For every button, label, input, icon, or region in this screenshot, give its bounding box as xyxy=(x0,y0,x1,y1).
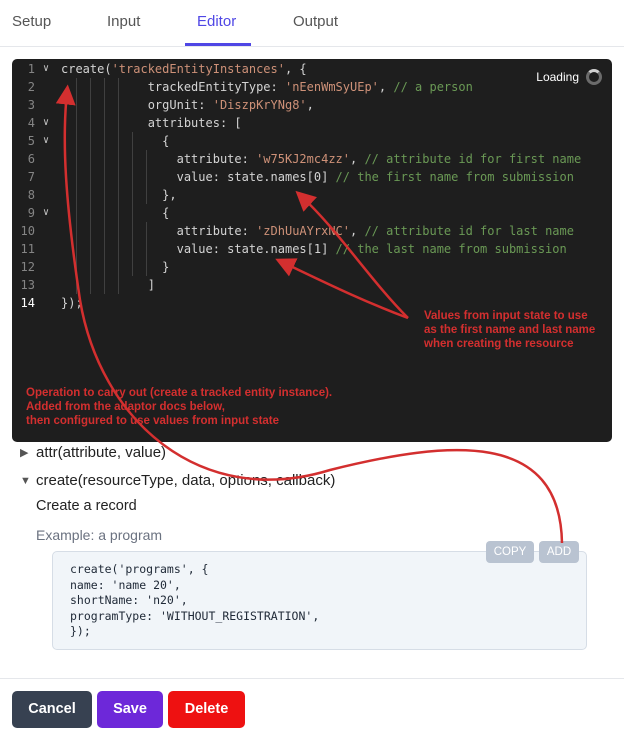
line-number: 10 xyxy=(20,224,35,238)
code-text: value: state.names[1] // the last name f… xyxy=(61,242,567,256)
code-line[interactable]: 4 ∨ attributes: [ xyxy=(12,114,612,132)
save-button[interactable]: Save xyxy=(97,691,163,728)
indent-guide xyxy=(104,78,105,294)
code-line[interactable]: 3 orgUnit: 'DiszpKrYNg8', xyxy=(12,96,612,114)
line-number: 14 xyxy=(20,296,35,310)
doc-description: Create a record xyxy=(36,498,137,514)
code-line[interactable]: 6 attribute: 'w75KJ2mc4zz', // attribute… xyxy=(12,150,612,168)
tab-editor[interactable]: Editor xyxy=(197,13,236,30)
code-text: orgUnit: 'DiszpKrYNg8', xyxy=(61,98,314,112)
line-number: 12 xyxy=(20,260,35,274)
line-number: 7 xyxy=(27,170,35,184)
line-number: 13 xyxy=(20,278,35,292)
indent-guide xyxy=(76,78,77,294)
tab-bar: Setup Input Editor Output xyxy=(0,0,624,47)
code-editor[interactable]: 1 ∨ create('trackedEntityInstances', { 2 tr… xyxy=(12,59,612,442)
code-text: }); xyxy=(61,296,83,310)
code-line[interactable]: 12 } xyxy=(12,258,612,276)
line-number: 1 xyxy=(27,62,35,76)
code-line[interactable]: 8 }, xyxy=(12,186,612,204)
tab-input[interactable]: Input xyxy=(107,13,140,30)
doc-signature-create: create(resourceType, data, options, call… xyxy=(36,472,336,489)
code-line[interactable]: 2 trackedEntityType: 'nEenWmSyUEp', // a… xyxy=(12,78,612,96)
spinner-icon xyxy=(586,69,602,85)
code-line[interactable]: 5 ∨ { xyxy=(12,132,612,150)
line-number: 4 xyxy=(27,116,35,130)
code-text: value: state.names[0] // the first name … xyxy=(61,170,574,184)
code-text: attribute: 'w75KJ2mc4zz', // attribute i… xyxy=(61,152,582,166)
example-label: Example: a program xyxy=(36,527,163,543)
line-number: 2 xyxy=(27,80,35,94)
line-number: 6 xyxy=(27,152,35,166)
line-number: 11 xyxy=(20,242,35,256)
caret-right-icon: ▶ xyxy=(20,447,29,459)
annotation-line: Operation to carry out (create a tracked… xyxy=(26,387,333,399)
code-text: create('trackedEntityInstances', { xyxy=(61,62,307,76)
code-line[interactable]: 11 value: state.names[1] // the last nam… xyxy=(12,240,612,258)
code-line[interactable]: 9 ∨ { xyxy=(12,204,612,222)
indent-guide xyxy=(118,78,119,294)
code-line[interactable]: 10 attribute: 'zDhUuAYrxNC', // attribut… xyxy=(12,222,612,240)
loading-indicator: Loading xyxy=(536,69,602,85)
fold-chevron-icon[interactable]: ∨ xyxy=(43,132,49,150)
code-text: { xyxy=(61,134,170,148)
doc-signature-attr: attr(attribute, value) xyxy=(36,444,167,461)
code-line[interactable]: 7 value: state.names[0] // the first nam… xyxy=(12,168,612,186)
code-text: attribute: 'zDhUuAYrxNC', // attribute i… xyxy=(61,224,574,238)
annotation-line: when creating the resource xyxy=(424,338,574,350)
operation-annotation: Operation to carry out (create a tracked… xyxy=(26,386,332,428)
fold-chevron-icon[interactable]: ∨ xyxy=(43,60,49,78)
indent-guide xyxy=(132,132,133,276)
active-tab-indicator xyxy=(185,43,251,46)
doc-item-attr[interactable]: ▶ attr(attribute, value) xyxy=(20,444,166,461)
tab-output[interactable]: Output xyxy=(293,13,338,30)
annotation-line: as the first name and last name xyxy=(424,324,596,336)
fold-chevron-icon[interactable]: ∨ xyxy=(43,204,49,222)
indent-guide xyxy=(146,150,147,204)
annotation-line: Values from input state to use xyxy=(424,310,588,322)
code-line[interactable]: 1 ∨ create('trackedEntityInstances', { xyxy=(12,60,612,78)
indent-guide xyxy=(90,78,91,294)
delete-button[interactable]: Delete xyxy=(168,691,245,728)
code-text: { xyxy=(61,206,170,220)
line-number: 5 xyxy=(27,134,35,148)
code-line[interactable]: 13 ] xyxy=(12,276,612,294)
footer-divider xyxy=(0,678,624,679)
fold-chevron-icon[interactable]: ∨ xyxy=(43,114,49,132)
code-text: } xyxy=(61,260,170,274)
code-text: attributes: [ xyxy=(61,116,242,130)
doc-item-create[interactable]: ▼ create(resourceType, data, options, ca… xyxy=(20,472,335,489)
loading-label: Loading xyxy=(536,70,579,84)
indent-guide xyxy=(146,222,147,276)
example-code: create('programs', { name: 'name 20', sh… xyxy=(70,562,320,638)
caret-down-icon: ▼ xyxy=(20,474,31,487)
annotation-line: then configured to use values from input… xyxy=(26,415,280,427)
add-button[interactable]: ADD xyxy=(539,541,579,563)
line-number: 9 xyxy=(27,206,35,220)
example-code-block: create('programs', { name: 'name 20', sh… xyxy=(52,551,587,650)
tab-setup[interactable]: Setup xyxy=(12,13,51,30)
code-text: trackedEntityType: 'nEenWmSyUEp', // a p… xyxy=(61,80,473,94)
copy-button[interactable]: COPY xyxy=(486,541,534,563)
cancel-button[interactable]: Cancel xyxy=(12,691,92,728)
line-number: 3 xyxy=(27,98,35,112)
values-annotation: Values from input state to use as the fir… xyxy=(424,309,595,351)
line-number: 8 xyxy=(27,188,35,202)
annotation-line: Added from the adaptor docs below, xyxy=(26,401,225,413)
